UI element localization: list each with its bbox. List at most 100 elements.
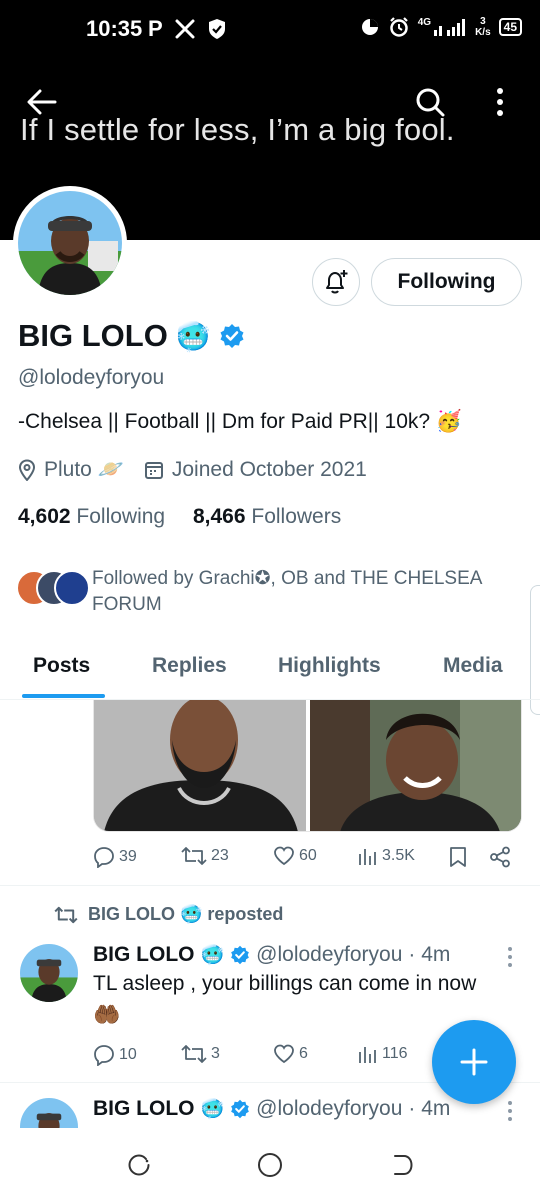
post-author-name[interactable]: BIG LOLO: [93, 1097, 195, 1121]
share-button[interactable]: [489, 846, 511, 868]
post-author-avatar[interactable]: [20, 944, 78, 1002]
back-nav-icon: [394, 1155, 413, 1175]
post-divider: [0, 885, 540, 886]
like-button[interactable]: 6: [273, 1044, 308, 1064]
reply-button[interactable]: 39: [93, 846, 137, 868]
cold-face-emoji: 🥶: [200, 1099, 225, 1120]
views-button[interactable]: 116: [358, 1044, 408, 1064]
back-button[interactable]: [20, 80, 64, 124]
bookmark-button[interactable]: [449, 846, 467, 868]
join-date: Joined October 2021: [144, 458, 367, 482]
avatar-photo: [20, 944, 78, 1002]
network-type: 4G: [417, 16, 432, 28]
views-count: 116: [382, 1045, 408, 1062]
post-actions: 39 23 60 3.5K: [93, 842, 523, 872]
post-author-avatar[interactable]: [20, 1098, 78, 1128]
views-chart-icon: [359, 1047, 376, 1063]
repost-context-text: BIG LOLO 🥶 reposted: [88, 904, 284, 924]
cold-face-emoji: 🥶: [175, 320, 211, 352]
post-header: BIG LOLO 🥶 @lolodeyforyou · 4m: [93, 1097, 450, 1121]
verified-badge-icon: [231, 945, 250, 965]
active-tab-indicator: [22, 694, 105, 698]
bookmark-icon: [450, 847, 466, 867]
post-author-handle[interactable]: @lolodeyforyou: [256, 1097, 402, 1121]
post-author-name[interactable]: BIG LOLO: [93, 943, 195, 967]
like-button[interactable]: 60: [273, 846, 317, 866]
location: Pluto 🪐: [18, 458, 124, 482]
status-system-icons: 4G 3 K/s 45: [360, 16, 522, 38]
tab-posts[interactable]: Posts: [33, 654, 90, 678]
tab-replies[interactable]: Replies: [152, 654, 227, 678]
repost-icon: [181, 1045, 207, 1063]
verified-badge-icon: [220, 324, 244, 348]
avatar-photo: [18, 191, 122, 295]
followers-count: 8,466: [192, 505, 246, 528]
p-app-icon: P: [148, 16, 163, 41]
repost-button[interactable]: 23: [181, 846, 229, 866]
profile-tabs: Posts Replies Highlights Media: [0, 640, 540, 700]
shield-icon: [208, 19, 225, 39]
followed-by[interactable]: Followed by Grachi✪, OB and THE CHELSEA …: [16, 566, 516, 618]
profile-bio: -Chelsea || Football || Dm for Paid PR||…: [18, 410, 463, 433]
like-count: 60: [299, 847, 317, 864]
bell-plus-icon: [326, 270, 348, 294]
media-image-left[interactable]: [94, 700, 306, 831]
notifications-bell-button[interactable]: [312, 258, 360, 306]
data-saver-icon: [361, 19, 378, 35]
post-more-button[interactable]: [500, 947, 520, 967]
back-nav-button[interactable]: [387, 1150, 417, 1180]
heart-icon: [274, 1044, 294, 1064]
tab-highlights[interactable]: Highlights: [278, 654, 381, 678]
location-pin-icon: [18, 459, 36, 481]
followers-count-link[interactable]: 8,466 Followers: [193, 505, 341, 528]
post-media[interactable]: [93, 700, 522, 832]
media-photo: [94, 700, 306, 831]
calendar-icon: [144, 462, 163, 479]
media-photo: [309, 700, 521, 831]
status-bar: 10:35 P 4G 3 K/s 45: [0, 0, 540, 62]
plus-icon: [460, 1048, 488, 1076]
post-author-handle[interactable]: @lolodeyforyou: [256, 943, 402, 967]
reply-button[interactable]: 10: [93, 1044, 137, 1066]
repost-button[interactable]: 3: [181, 1044, 220, 1064]
join-date-text: Joined October 2021: [171, 458, 367, 481]
network-speed: 3 K/s: [475, 16, 491, 38]
following-count-link[interactable]: 4,602 Following: [18, 505, 165, 528]
recent-apps-button[interactable]: [124, 1150, 154, 1180]
following-button[interactable]: Following: [371, 258, 522, 306]
views-count: 3.5K: [382, 847, 415, 864]
following-label: Following: [76, 505, 166, 528]
following-count: 4,602: [18, 505, 71, 528]
like-count: 6: [299, 1045, 308, 1062]
repost-count: 23: [211, 847, 229, 864]
more-options-button[interactable]: [478, 80, 522, 124]
followed-by-avatars: [16, 570, 90, 610]
home-circle-icon: [258, 1153, 282, 1177]
repost-context[interactable]: BIG LOLO 🥶 reposted: [54, 904, 283, 925]
post-text: TL asleep , your billings can come in no…: [93, 972, 477, 995]
reply-icon: [94, 1045, 114, 1066]
compose-post-button[interactable]: [432, 1020, 516, 1104]
post-more-button[interactable]: [500, 1101, 520, 1121]
location-text: Pluto 🪐: [44, 458, 124, 481]
profile-meta: Pluto 🪐 Joined October 2021: [18, 458, 387, 482]
reply-count: 10: [119, 1046, 137, 1063]
avatar-photo: [20, 1098, 78, 1128]
search-button[interactable]: [408, 80, 452, 124]
media-image-right[interactable]: [309, 700, 521, 831]
home-button[interactable]: [255, 1150, 285, 1180]
cold-face-emoji: 🥶: [200, 945, 225, 966]
profile-avatar[interactable]: [13, 186, 127, 300]
tab-media[interactable]: Media: [443, 654, 503, 678]
recent-apps-icon: [128, 1154, 150, 1176]
share-icon: [490, 846, 510, 868]
post-header: BIG LOLO 🥶 @lolodeyforyou · 4m: [93, 943, 450, 967]
post-time: · 4m: [408, 1097, 451, 1120]
heart-icon: [274, 846, 294, 866]
repost-count: 3: [211, 1045, 220, 1062]
reply-count: 39: [119, 848, 137, 865]
post-emoji: 🤲🏾: [93, 1002, 121, 1027]
search-icon: [416, 88, 445, 117]
battery-icon: 45: [498, 18, 522, 36]
views-button[interactable]: 3.5K: [358, 846, 415, 866]
